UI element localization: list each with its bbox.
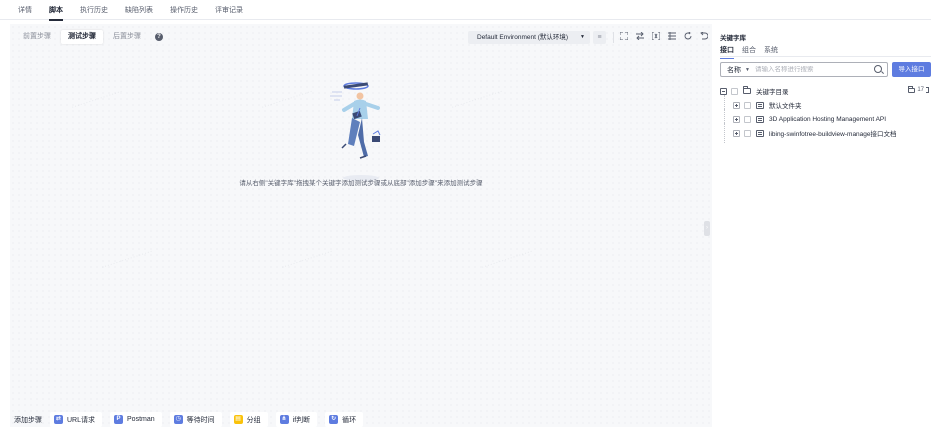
watermark: ⋯⋯⋯⋯⋯⋯	[99, 245, 155, 273]
api-folder-icon	[756, 101, 764, 109]
tree-item-libing-doc[interactable]: libing-swinfotree-buildview-manage接口文档	[720, 123, 931, 143]
add-postman-button[interactable]: P Postman	[110, 412, 162, 427]
tab-test-steps[interactable]: 测试步骤	[61, 30, 103, 44]
add-step-label: 添加步骤	[14, 416, 42, 424]
group-icon: ▤	[233, 415, 243, 424]
caret-down-icon: ▼	[580, 34, 585, 40]
variable-icon[interactable]	[650, 31, 661, 44]
add-postman-label: Postman	[127, 416, 155, 423]
expand-icon[interactable]	[733, 101, 740, 109]
expand-icon[interactable]	[733, 115, 740, 123]
tree-item-label: libing-swinfotree-buildview-manage接口文档	[769, 131, 897, 138]
search-field-value: 名称	[727, 66, 741, 74]
watermark: ⋯⋯⋯⋯⋯⋯	[279, 245, 335, 273]
script-editor-canvas[interactable]: 前置步骤 测试步骤 后置步骤 ? Default Environment (默认…	[10, 24, 712, 427]
keyword-tree: 关键字目录 17 默认文件夹 3D Application Hosting Ma…	[720, 84, 931, 143]
tab-script[interactable]: 脚本	[49, 0, 63, 21]
search-field-select[interactable]: 名称 ▼	[721, 63, 755, 76]
tree-root-label: 关键字目录	[756, 89, 789, 96]
undo-icon[interactable]	[698, 31, 709, 44]
keyword-library-title: 关键字库	[720, 35, 746, 42]
add-group-button[interactable]: ▤ 分组	[229, 412, 268, 427]
wait-time-icon: ◷	[173, 415, 183, 424]
list-icon[interactable]	[666, 31, 677, 44]
collapse-icon[interactable]	[720, 87, 727, 95]
add-if-branch-button[interactable]: ⋔ if判断	[275, 412, 318, 427]
tree-item-3d-hosting-api[interactable]: 3D Application Hosting Management API	[720, 109, 931, 129]
search-icon[interactable]	[874, 65, 882, 73]
tab-details[interactable]: 详情	[18, 0, 32, 20]
add-url-request-label: URL请求	[67, 416, 96, 424]
environment-value: Default Environment (默认环境)	[477, 34, 569, 41]
tree-root-row[interactable]: 关键字目录 17	[720, 84, 931, 98]
chevron-right-icon[interactable]: ›	[704, 221, 710, 236]
import-interface-button[interactable]: 导入接口	[892, 62, 931, 77]
tree-item-label: 3D Application Hosting Management API	[769, 115, 887, 123]
keyword-search-input[interactable]	[755, 66, 865, 73]
filter-icon[interactable]: ≡	[593, 31, 606, 44]
tree-root-count: 17	[917, 87, 924, 93]
add-group-label: 分组	[246, 416, 261, 424]
add-wait-time-button[interactable]: ◷ 等待时间	[169, 412, 222, 427]
watermark: ⋯⋯⋯⋯⋯⋯	[449, 85, 505, 113]
add-wait-time-label: 等待时间	[186, 416, 215, 424]
tree-item-label: 默认文件夹	[769, 103, 802, 110]
swap-icon[interactable]	[634, 31, 645, 44]
add-loop-label: 循环	[342, 416, 357, 424]
refresh-icon[interactable]	[682, 31, 693, 44]
add-loop-button[interactable]: ↻ 循环	[325, 412, 364, 427]
empty-state-illustration	[330, 82, 381, 181]
api-folder-icon	[756, 115, 764, 123]
fullscreen-icon[interactable]	[618, 31, 629, 44]
url-request-icon: ⇄	[54, 415, 63, 424]
add-url-request-button[interactable]: ⇄ URL请求	[50, 412, 103, 427]
watermark: ⋯⋯⋯⋯⋯⋯	[69, 85, 125, 113]
tab-pre-steps[interactable]: 前置步骤	[16, 30, 58, 44]
add-step-bar: 添加步骤 ⇄ URL请求 P Postman ◷ 等待时间 ▤ 分组 ⋔ if判…	[10, 412, 371, 427]
more-icon[interactable]	[926, 87, 929, 93]
tab-defect-list[interactable]: 缺陷列表	[125, 0, 153, 20]
tree-item-default-folder[interactable]: 默认文件夹	[720, 95, 931, 115]
tab-review-records[interactable]: 评审记录	[215, 0, 243, 20]
tree-root-actions: 17	[908, 85, 929, 93]
loop-icon: ↻	[329, 415, 339, 424]
keyword-library-panel: 关键字库 接口 组合 系统 名称 ▼ 导入接口 关键字目录 17	[712, 24, 931, 427]
watermark: ⋯⋯⋯⋯⋯⋯	[259, 85, 315, 113]
tab-post-steps[interactable]: 后置步骤	[106, 30, 148, 44]
tree-item-checkbox[interactable]	[744, 115, 751, 123]
api-folder-icon	[756, 129, 764, 137]
watermark: ⋯⋯⋯⋯⋯⋯	[479, 245, 535, 273]
postman-icon: P	[114, 415, 124, 424]
tab-execution-history[interactable]: 执行历史	[80, 0, 108, 20]
empty-state-hint: 请从右侧"关键字库"拖拽某个关键字添加测试步骤或从底部"添加步骤"来添加测试步骤	[239, 180, 483, 187]
if-branch-icon: ⋔	[279, 415, 289, 424]
add-if-branch-label: if判断	[292, 416, 311, 424]
folder-icon	[743, 86, 751, 94]
tree-item-checkbox[interactable]	[744, 129, 751, 137]
top-tab-bar: 详情 脚本 执行历史 缺陷列表 操作历史 评审记录	[0, 0, 931, 21]
question-circle-icon[interactable]: ?	[155, 33, 163, 41]
tree-root-checkbox[interactable]	[731, 87, 738, 95]
expand-icon[interactable]	[733, 129, 740, 137]
tree-item-checkbox[interactable]	[744, 101, 751, 109]
add-folder-icon[interactable]	[908, 85, 916, 93]
tab-divider	[720, 56, 931, 57]
environment-select[interactable]: Default Environment (默认环境) ▼	[468, 31, 590, 44]
keyword-search-box: 名称 ▼	[720, 62, 888, 77]
toolbar-divider	[613, 32, 614, 43]
caret-down-icon: ▼	[745, 66, 750, 73]
tab-operation-history[interactable]: 操作历史	[170, 0, 198, 20]
step-tabs: 前置步骤 测试步骤 后置步骤 ?	[16, 30, 163, 44]
